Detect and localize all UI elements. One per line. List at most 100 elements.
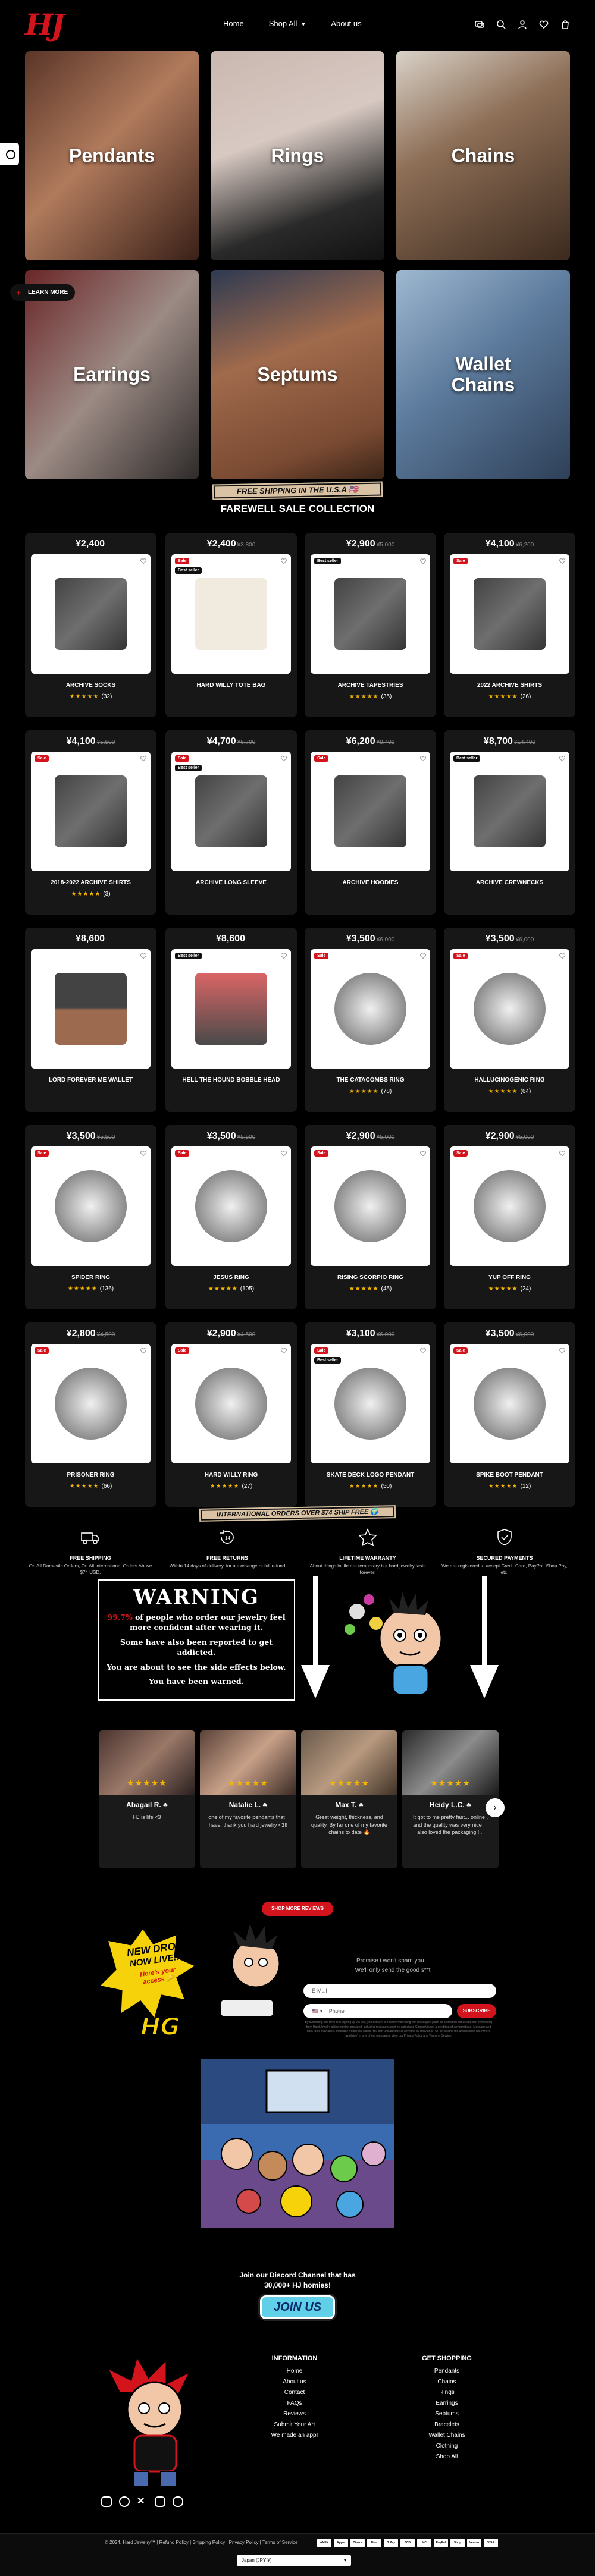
product-name[interactable]: HELL THE HOUND BOBBLE HEAD: [165, 1077, 297, 1083]
product-card[interactable]: ¥4,700 ¥6,700 Sale Best seller ARCHIVE LONG …: [165, 730, 297, 915]
product-card[interactable]: ¥8,600 Best seller HELL THE HOUND BOBBLE H…: [165, 928, 297, 1112]
product-card[interactable]: ¥2,400 ¥3,800 Sale Best seller HARD WILLY TO…: [165, 533, 297, 717]
product-image[interactable]: Sale: [31, 1344, 151, 1463]
instagram-icon[interactable]: [101, 2496, 112, 2507]
product-name[interactable]: SKATE DECK LOGO PENDANT: [305, 1472, 436, 1478]
product-name[interactable]: ARCHIVE CREWNECKS: [444, 879, 575, 886]
subscribe-button[interactable]: SUBSCRIBE: [457, 2004, 496, 2018]
nav-about[interactable]: About us: [331, 19, 361, 28]
product-image[interactable]: Best seller: [171, 949, 291, 1069]
product-image[interactable]: Best seller: [311, 554, 430, 674]
wishlist-heart-icon[interactable]: [140, 558, 147, 564]
product-card[interactable]: ¥2,900 ¥5,000 Sale YUP OFF RING ★★★★★ (24): [444, 1125, 575, 1309]
review-card[interactable]: ★★★★★ Natalie L. ♣ one of my favorite pe…: [200, 1730, 296, 1868]
product-name[interactable]: SPIKE BOOT PENDANT: [444, 1472, 575, 1478]
category-tile-rings[interactable]: Rings: [211, 51, 384, 260]
product-image[interactable]: Sale: [450, 554, 569, 674]
youtube-icon[interactable]: [155, 2496, 165, 2507]
product-name[interactable]: ARCHIVE TAPESTRIES: [305, 682, 436, 689]
product-image[interactable]: Sale Best seller: [171, 752, 291, 871]
product-name[interactable]: HARD WILLY TOTE BAG: [165, 682, 297, 689]
nav-shop-all[interactable]: Shop All ▼: [269, 19, 306, 28]
product-name[interactable]: RISING SCORPIO RING: [305, 1274, 436, 1281]
product-name[interactable]: YUP OFF RING: [444, 1274, 575, 1281]
category-tile-pendants[interactable]: Pendants: [25, 51, 199, 260]
product-card[interactable]: ¥6,200 ¥9,400 Sale ARCHIVE HOODIES: [305, 730, 436, 915]
shop-more-reviews-button[interactable]: SHOP MORE REVIEWS: [262, 1902, 333, 1916]
product-image[interactable]: Sale: [311, 1146, 430, 1266]
product-card[interactable]: ¥2,900 ¥5,000 Sale RISING SCORPIO RING ★★★★★…: [305, 1125, 436, 1309]
product-card[interactable]: ¥2,900 ¥4,500 Sale HARD WILLY RING ★★★★★ (27): [165, 1322, 297, 1507]
email-field[interactable]: E-Mail: [303, 1984, 496, 1998]
currency-selector[interactable]: Japan (JPY ¥) ▾: [237, 2555, 351, 2566]
wishlist-heart-icon[interactable]: [280, 953, 287, 959]
wishlist-heart-icon[interactable]: [559, 755, 566, 762]
product-name[interactable]: THE CATACOMBS RING: [305, 1077, 436, 1083]
product-name[interactable]: LORD FOREVER ME WALLET: [25, 1077, 156, 1083]
product-card[interactable]: ¥3,100 ¥6,000 Sale Best seller SKATE DECK LO…: [305, 1322, 436, 1507]
accessibility-button[interactable]: [0, 143, 19, 165]
footer-link-home[interactable]: Home: [262, 2368, 327, 2374]
product-image[interactable]: Sale Best seller: [171, 554, 291, 674]
wishlist-heart-icon[interactable]: [280, 558, 287, 564]
hj-logo[interactable]: HJ: [25, 7, 69, 42]
footer-link-faqs[interactable]: FAQs: [262, 2400, 327, 2407]
footer-link-earrings[interactable]: Earrings: [414, 2400, 480, 2407]
product-card[interactable]: ¥2,400 ARCHIVE SOCKS ★★★★★ (32): [25, 533, 156, 717]
footer-link-contact[interactable]: Contact: [262, 2389, 327, 2396]
product-image[interactable]: Sale: [171, 1146, 291, 1266]
product-card[interactable]: ¥3,500 ¥6,000 Sale SPIKE BOOT PENDANT ★★★★★(…: [444, 1322, 575, 1507]
product-card[interactable]: ¥3,500 ¥5,500 Sale SPIDER RING ★★★★★ (136): [25, 1125, 156, 1309]
wishlist-heart-icon[interactable]: [419, 1347, 427, 1354]
product-name[interactable]: ARCHIVE SOCKS: [25, 682, 156, 689]
footer-link-app[interactable]: We made an app!: [262, 2432, 327, 2439]
join-us-button[interactable]: JOIN US: [260, 2295, 335, 2319]
product-image[interactable]: [31, 554, 151, 674]
product-name[interactable]: SPIDER RING: [25, 1274, 156, 1281]
product-image[interactable]: Sale: [171, 1344, 291, 1463]
product-image[interactable]: Sale: [31, 752, 151, 871]
wishlist-heart-icon[interactable]: [140, 1347, 147, 1354]
footer-link-pendants[interactable]: Pendants: [414, 2368, 480, 2374]
product-card[interactable]: ¥3,500 ¥5,500 Sale JESUS RING ★★★★★ (105): [165, 1125, 297, 1309]
product-name[interactable]: JESUS RING: [165, 1274, 297, 1281]
footer-link-clothing[interactable]: Clothing: [414, 2443, 480, 2449]
footer-link-about[interactable]: About us: [262, 2379, 327, 2385]
footer-link-septums[interactable]: Septums: [414, 2411, 480, 2417]
product-image[interactable]: Sale: [450, 949, 569, 1069]
wishlist-heart-icon[interactable]: [140, 1150, 147, 1157]
wishlist-heart-icon[interactable]: [419, 755, 427, 762]
product-name[interactable]: ARCHIVE LONG SLEEVE: [165, 879, 297, 886]
account-icon[interactable]: [518, 20, 527, 29]
footer-link-wallet-chains[interactable]: Wallet Chains: [414, 2432, 480, 2439]
footer-link-rings[interactable]: Rings: [414, 2389, 480, 2396]
wishlist-heart-icon[interactable]: [559, 558, 566, 564]
wishlist-heart-icon[interactable]: [559, 1150, 566, 1157]
wishlist-heart-icon[interactable]: [419, 1150, 427, 1157]
discord-icon[interactable]: [173, 2496, 183, 2507]
wishlist-heart-icon[interactable]: [419, 558, 427, 564]
review-card[interactable]: ★★★★★ Heidy L.C. ♣ It got to me pretty f…: [402, 1730, 499, 1868]
product-name[interactable]: 2018-2022 ARCHIVE SHIRTS: [25, 879, 156, 886]
footer-link-submit-art[interactable]: Submit Your Art: [262, 2421, 327, 2428]
product-card[interactable]: ¥8,600 LORD FOREVER ME WALLET: [25, 928, 156, 1112]
product-card[interactable]: ¥4,100 ¥5,500 Sale 2018-2022 ARCHIVE SHIRTS…: [25, 730, 156, 915]
footer-link-bracelets[interactable]: Bracelets: [414, 2421, 480, 2428]
search-icon[interactable]: [496, 20, 506, 29]
product-card[interactable]: ¥2,800 ¥4,500 Sale PRISONER RING ★★★★★ (66): [25, 1322, 156, 1507]
product-image[interactable]: Sale: [311, 949, 430, 1069]
wishlist-heart-icon[interactable]: [419, 953, 427, 959]
product-image[interactable]: Sale: [31, 1146, 151, 1266]
wishlist-icon[interactable]: [539, 20, 549, 29]
product-name[interactable]: ARCHIVE HOODIES: [305, 879, 436, 886]
category-tile-wallet-chains[interactable]: Wallet Chains: [396, 270, 570, 479]
footer-link-reviews[interactable]: Reviews: [262, 2411, 327, 2417]
category-tile-septums[interactable]: Septums: [211, 270, 384, 479]
review-card[interactable]: ★★★★★ Max T. ♣ Great weight, thickness, …: [301, 1730, 397, 1868]
wishlist-heart-icon[interactable]: [140, 953, 147, 959]
review-card[interactable]: ★★★★★ Abagail R. ♣ HJ is life <3: [99, 1730, 195, 1868]
learn-more-button[interactable]: LEARN MORE: [10, 284, 76, 301]
cart-icon[interactable]: [560, 20, 570, 29]
category-tile-earrings[interactable]: Earrings: [25, 270, 199, 479]
product-image[interactable]: Sale: [311, 752, 430, 871]
